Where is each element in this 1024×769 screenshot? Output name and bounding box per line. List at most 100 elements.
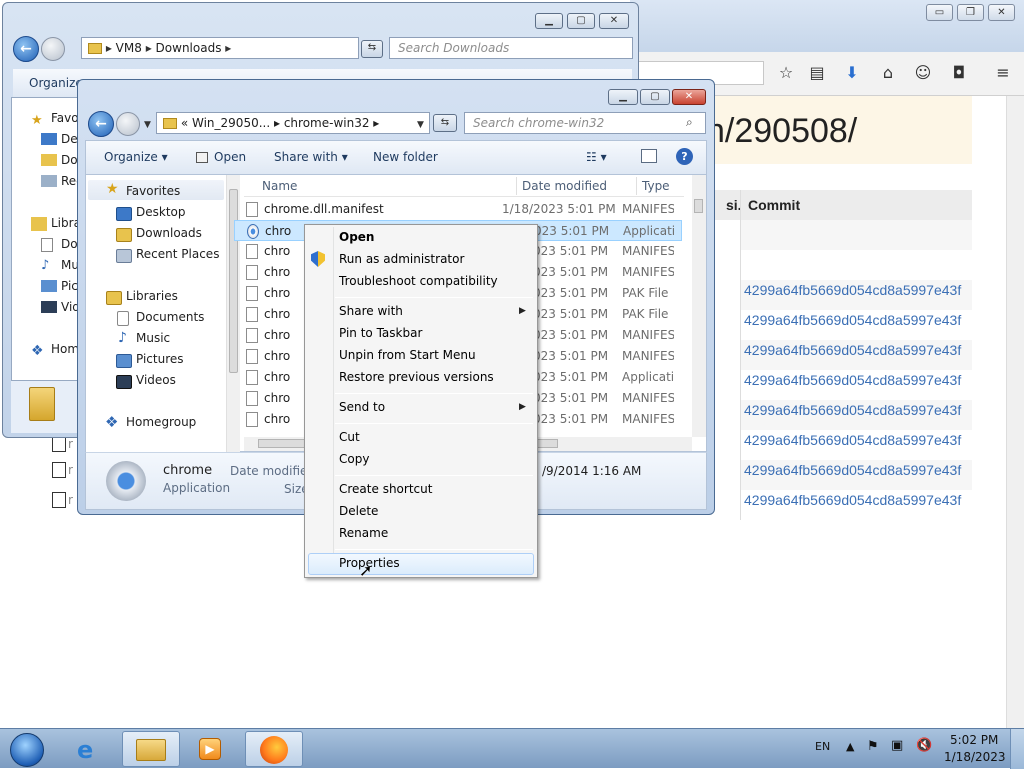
minimize-button[interactable]: ▁ (535, 13, 563, 29)
file-list-vscrollbar[interactable] (692, 175, 706, 437)
show-hidden-icons-icon[interactable]: ▲ (846, 740, 854, 753)
chevron-down-icon[interactable]: ▼ (417, 120, 424, 130)
nav-libraries[interactable]: Libraries (126, 289, 178, 303)
menu-item-pin-taskbar[interactable]: Pin to Taskbar (339, 326, 422, 340)
column-divider[interactable] (636, 177, 637, 195)
nav-music[interactable]: Music (136, 331, 170, 345)
menu-item-run-as-admin[interactable]: Run as administrator (339, 252, 464, 266)
scrollbar-thumb[interactable] (694, 199, 703, 213)
menu-item-delete[interactable]: Delete (339, 504, 378, 518)
breadcrumb[interactable]: chrome-win32 (284, 116, 370, 130)
menu-item-open[interactable]: Open (339, 230, 374, 244)
commit-link[interactable]: 4299a64fb5669d054cd8a5997e43f (744, 312, 972, 328)
organize-button[interactable]: Organize (29, 76, 83, 90)
organize-button[interactable]: Organize ▾ (104, 150, 168, 164)
menu-item-create-shortcut[interactable]: Create shortcut (339, 482, 432, 496)
commit-link[interactable]: 4299a64fb5669d054cd8a5997e43f (744, 432, 972, 448)
reading-list-icon[interactable]: ▤ (806, 62, 828, 84)
restore-button[interactable]: ❐ (957, 4, 984, 21)
download-icon[interactable]: ⬇ (841, 62, 863, 84)
file-row[interactable]: chrome.dll.manifest 1/18/2023 5:01 PM MANI… (234, 199, 682, 220)
refresh-icon[interactable]: ⇆ (361, 40, 383, 58)
chevron-down-icon[interactable]: ▼ (144, 120, 151, 130)
pocket-icon[interactable]: ◘ (948, 62, 970, 84)
menu-item-restore-versions[interactable]: Restore previous versions (339, 370, 494, 384)
breadcrumb[interactable]: Win_29050... (192, 116, 270, 130)
menu-item-unpin-start[interactable]: Unpin from Start Menu (339, 348, 476, 362)
preview-pane-icon[interactable] (641, 149, 657, 163)
nav-item[interactable]: Hom (51, 342, 79, 356)
column-divider[interactable] (516, 177, 517, 195)
clock-time[interactable]: 5:02 PM (950, 733, 998, 747)
help-icon[interactable]: ? (676, 148, 693, 165)
menu-item-troubleshoot[interactable]: Troubleshoot compatibility (339, 274, 498, 288)
refresh-icon[interactable]: ⇆ (433, 114, 457, 132)
address-bar[interactable]: « Win_29050... ▸ chrome-win32 ▸ (156, 112, 430, 134)
language-indicator[interactable]: EN (815, 740, 830, 753)
commit-link[interactable]: 4299a64fb5669d054cd8a5997e43f (744, 342, 972, 358)
search-input[interactable]: Search chrome-win32 (464, 112, 706, 134)
address-bar[interactable]: ▸ VM8 ▸ Downloads ▸ (81, 37, 359, 59)
taskbar-app-firefox[interactable] (245, 731, 303, 767)
menu-icon[interactable]: ≡ (992, 62, 1014, 84)
close-button[interactable]: ✕ (988, 4, 1015, 21)
nav-videos[interactable]: Videos (136, 373, 176, 387)
volume-muted-icon[interactable]: 🔇 (916, 738, 932, 753)
back-button[interactable]: ← (88, 111, 114, 137)
commit-link[interactable]: 4299a64fb5669d054cd8a5997e43f (744, 462, 972, 478)
close-button[interactable]: ✕ (599, 13, 629, 29)
maximize-button[interactable]: ▢ (640, 89, 670, 105)
clock-date[interactable]: 1/18/2023 (944, 750, 1006, 764)
close-button[interactable]: ✕ (672, 89, 706, 105)
back-button[interactable]: ← (13, 36, 39, 62)
menu-item-send-to[interactable]: Send to (339, 400, 385, 414)
nav-documents[interactable]: Documents (136, 310, 204, 324)
maximize-button[interactable]: ▢ (567, 13, 595, 29)
breadcrumb[interactable]: Downloads (156, 41, 222, 55)
nav-item[interactable]: Favo (51, 111, 79, 125)
forward-button[interactable] (116, 112, 140, 136)
vertical-scrollbar[interactable] (1006, 96, 1024, 728)
search-input[interactable]: Search Downloads (389, 37, 633, 59)
menu-item-copy[interactable]: Copy (339, 452, 369, 466)
view-options-icon[interactable]: ☷ ▾ (586, 150, 607, 164)
forward-button[interactable] (41, 37, 65, 61)
star-icon[interactable]: ☆ (775, 62, 797, 84)
nav-pictures[interactable]: Pictures (136, 352, 184, 366)
nav-desktop[interactable]: Desktop (136, 205, 186, 219)
file-link-partial[interactable]: r (68, 437, 73, 451)
breadcrumb[interactable]: VM8 (116, 41, 142, 55)
share-with-button[interactable]: Share with ▾ (274, 150, 348, 164)
chat-icon[interactable]: ☺ (912, 62, 934, 84)
show-desktop-button[interactable] (1010, 729, 1024, 769)
file-link-partial[interactable]: r (68, 463, 73, 477)
nav-downloads[interactable]: Downloads (136, 226, 202, 240)
nav-homegroup[interactable]: Homegroup (126, 415, 196, 429)
start-button[interactable] (2, 730, 50, 768)
minimize-button[interactable]: ▁ (608, 89, 638, 105)
overflow-chevron[interactable]: « (181, 116, 188, 130)
menu-item-rename[interactable]: Rename (339, 526, 388, 540)
commit-link[interactable]: 4299a64fb5669d054cd8a5997e43f (744, 372, 972, 388)
commit-link[interactable]: 4299a64fb5669d054cd8a5997e43f (744, 492, 972, 508)
nav-item[interactable]: Pic (61, 279, 78, 293)
taskbar-app-explorer[interactable] (122, 731, 180, 767)
taskbar-app-media[interactable]: ▶ (182, 731, 240, 767)
taskbar-app-ie[interactable]: e (62, 731, 120, 767)
commit-link[interactable]: 4299a64fb5669d054cd8a5997e43f (744, 402, 972, 418)
column-header-type[interactable]: Type (642, 179, 670, 193)
open-button[interactable]: Open (196, 150, 246, 164)
column-header-date[interactable]: Date modified (522, 179, 607, 193)
menu-item-share-with[interactable]: Share with (339, 304, 403, 318)
column-header-name[interactable]: Name (262, 179, 297, 193)
commit-link[interactable]: 4299a64fb5669d054cd8a5997e43f (744, 282, 972, 298)
new-folder-button[interactable]: New folder (373, 150, 438, 164)
network-icon[interactable]: ▣ (891, 738, 903, 753)
home-icon[interactable]: ⌂ (877, 62, 899, 84)
minimize-button[interactable]: ▭ (926, 4, 953, 21)
nav-recent-places[interactable]: Recent Places (136, 247, 219, 261)
menu-item-cut[interactable]: Cut (339, 430, 360, 444)
flag-icon[interactable]: ⚑ (867, 739, 879, 754)
nav-favorites[interactable]: Favorites (126, 184, 180, 198)
file-link-partial[interactable]: r (68, 493, 73, 507)
